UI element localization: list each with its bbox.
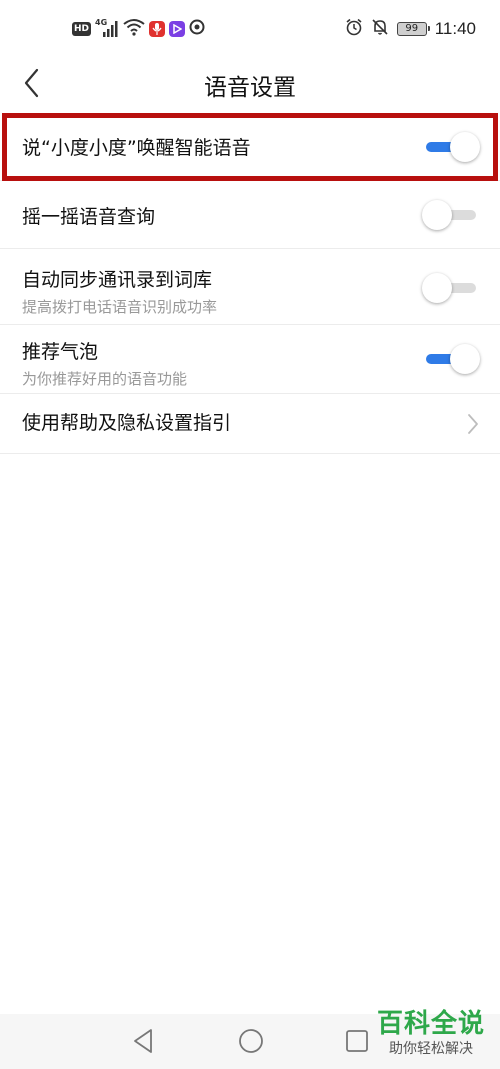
network-type-label: 4G [95, 18, 108, 27]
watermark-title: 百科全说 [376, 1009, 485, 1039]
watermark-subtitle: 助你轻松解决 [389, 1041, 473, 1057]
setting-label: 自动同步通讯录到词库 [22, 269, 213, 291]
mute-bell-icon [371, 18, 389, 40]
setting-row-help[interactable]: 使用帮助及隐私设置指引 [0, 394, 500, 454]
contacts-sync-toggle[interactable] [422, 271, 480, 305]
setting-row-shake[interactable]: 摇一摇语音查询 [0, 181, 500, 249]
setting-label: 推荐气泡 [22, 341, 99, 363]
recommend-bubble-toggle[interactable] [422, 342, 480, 376]
setting-row-contacts[interactable]: 自动同步通讯录到词库 提高拨打电话语音识别成功率 [0, 249, 500, 325]
recents-square-icon[interactable] [345, 1028, 369, 1054]
app-icon [189, 19, 205, 39]
wake-word-toggle[interactable] [422, 130, 480, 164]
settings-list: 说“小度小度”唤醒智能语音 摇一摇语音查询 自动同步通讯录到词库 提高拨打电话语… [0, 113, 500, 454]
shake-query-toggle[interactable] [422, 198, 480, 232]
home-circle-icon[interactable] [238, 1028, 264, 1054]
setting-label: 摇一摇语音查询 [22, 206, 156, 228]
setting-label: 使用帮助及隐私设置指引 [22, 412, 232, 434]
hd-icon: HD [72, 22, 92, 36]
status-bar: HD 4G 99 11:40 [0, 0, 500, 58]
header: 语音设置 [0, 58, 500, 110]
wifi-icon [123, 18, 145, 40]
video-app-icon [169, 21, 186, 37]
setting-row-wake-word[interactable]: 说“小度小度”唤醒智能语音 [0, 113, 500, 181]
status-right-icons: 99 11:40 [345, 18, 476, 40]
setting-label: 说“小度小度”唤醒智能语音 [22, 137, 251, 159]
chevron-right-icon [468, 414, 478, 434]
battery-icon: 99 [396, 22, 430, 36]
mic-app-icon [149, 21, 166, 37]
signal-icon: 4G [95, 18, 119, 38]
watermark: 百科全说 助你轻松解决 [372, 1008, 490, 1058]
alarm-icon [345, 18, 363, 40]
page-title: 语音设置 [204, 75, 296, 101]
back-triangle-icon[interactable] [132, 1028, 154, 1054]
status-time: 11:40 [434, 19, 476, 38]
status-left-icons: HD 4G [72, 18, 205, 40]
setting-subtitle: 为你推荐好用的语音功能 [22, 370, 188, 388]
setting-row-bubble[interactable]: 推荐气泡 为你推荐好用的语音功能 [0, 325, 500, 394]
setting-subtitle: 提高拨打电话语音识别成功率 [22, 298, 218, 316]
